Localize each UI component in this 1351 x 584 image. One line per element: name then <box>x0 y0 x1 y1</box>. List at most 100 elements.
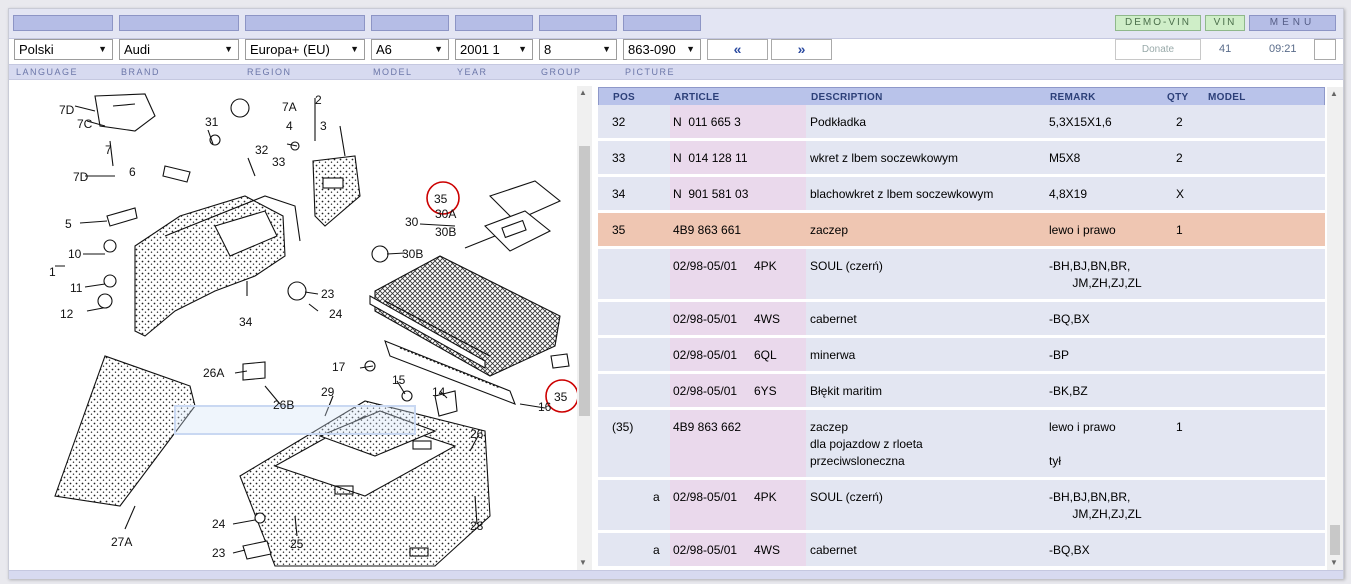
callout[interactable]: 23 <box>321 287 335 301</box>
tab-slot-group[interactable] <box>539 15 617 31</box>
brand-value: Audi <box>124 42 151 57</box>
table-row[interactable]: a 02/98-05/01 4WS cabernet -BQ,BX <box>598 533 1325 569</box>
table-row[interactable]: 02/98-05/01 4WS cabernet -BQ,BX <box>598 302 1325 338</box>
previous-picture-button[interactable]: « <box>707 39 768 60</box>
menu-button[interactable]: MENU <box>1249 15 1336 31</box>
callout[interactable]: 11 <box>70 281 83 295</box>
callout[interactable]: 25 <box>290 537 304 551</box>
diagram-scroll-thumb[interactable] <box>579 146 590 416</box>
scroll-up-icon[interactable]: ▲ <box>1330 89 1338 98</box>
table-row[interactable]: a 02/98-05/01 4PK SOUL (czerń) -BH,BJ,BN,BR,… <box>598 480 1325 533</box>
callout[interactable]: 30B <box>435 225 456 239</box>
donate-button[interactable]: Donate <box>1115 39 1201 60</box>
column-header-remark: REMARK <box>1050 92 1096 103</box>
scroll-down-icon[interactable]: ▼ <box>579 558 587 567</box>
callout[interactable]: 30 <box>405 215 419 229</box>
callout[interactable]: 35 <box>434 192 448 206</box>
callout[interactable]: 4 <box>286 119 293 133</box>
diagram-scrollbar[interactable]: ▲ ▼ <box>577 86 592 570</box>
article-cell[interactable]: N 901 581 03 <box>673 186 748 203</box>
callout[interactable]: 7A <box>282 100 297 114</box>
model-value: A6 <box>376 42 392 57</box>
article-cell[interactable]: 02/98-05/01 <box>673 383 737 400</box>
table-row[interactable]: 02/98-05/01 6YS Błękit maritim -BK,BZ <box>598 374 1325 410</box>
callout[interactable]: 35 <box>554 390 568 404</box>
article-cell[interactable]: N 011 665 3 <box>673 114 741 131</box>
model-select[interactable]: A6 ▼ <box>371 39 449 60</box>
callout[interactable]: 7D <box>59 103 75 117</box>
picture-select[interactable]: 863-090 ▼ <box>623 39 701 60</box>
callout[interactable]: 31 <box>205 115 219 129</box>
article-cell[interactable]: N 014 128 11 <box>673 150 748 167</box>
callout[interactable]: 32 <box>255 143 269 157</box>
table-row[interactable]: 02/98-05/01 6QL minerwa -BP <box>598 338 1325 374</box>
tab-slot-language[interactable] <box>13 15 113 31</box>
callout[interactable]: 3 <box>320 119 327 133</box>
brand-select[interactable]: Audi ▼ <box>119 39 239 60</box>
callout[interactable]: 24 <box>329 307 343 321</box>
options-box[interactable] <box>1314 39 1336 60</box>
article-cell[interactable]: 4B9 863 662 <box>673 419 741 436</box>
table-scrollbar[interactable]: ▲ ▼ <box>1327 87 1343 570</box>
callout[interactable]: 30A <box>435 207 456 221</box>
callout[interactable]: 1 <box>49 265 56 279</box>
callout[interactable]: 6 <box>129 165 136 179</box>
callout[interactable]: 7D <box>73 170 89 184</box>
table-scroll-thumb[interactable] <box>1330 525 1340 555</box>
next-picture-button[interactable]: » <box>771 39 832 60</box>
article-cell[interactable]: 02/98-05/01 <box>673 542 737 559</box>
table-row[interactable]: 33 N 014 128 11 wkret z lbem soczewkowym M5… <box>598 141 1325 177</box>
callout[interactable]: 23 <box>212 546 226 560</box>
callout[interactable]: 34 <box>239 315 253 329</box>
remark-cell: -BH,BJ,BN,BR, JM,ZH,ZJ,ZL <box>1049 259 1142 290</box>
language-select[interactable]: Polski ▼ <box>14 39 113 60</box>
article-cell[interactable]: 02/98-05/01 <box>673 347 737 364</box>
tab-slot-picture[interactable] <box>623 15 701 31</box>
callout[interactable]: 30B <box>402 247 423 261</box>
callout[interactable]: 10 <box>68 247 82 261</box>
table-row[interactable]: 35 4B9 863 661 zaczep lewo i prawo 1 <box>598 213 1325 249</box>
callout[interactable]: 26B <box>273 398 294 412</box>
table-row[interactable]: 32 N 011 665 3 Podkładka 5,3X15X1,6 2 <box>598 105 1325 141</box>
tab-slot-region[interactable] <box>245 15 365 31</box>
callout[interactable]: 5 <box>65 217 72 231</box>
demo-vin-button[interactable]: DEMO-VIN <box>1115 15 1201 31</box>
region-select[interactable]: Europa+ (EU) ▼ <box>245 39 365 60</box>
callout[interactable]: 26A <box>203 366 224 380</box>
callout[interactable]: 28 <box>470 519 484 533</box>
callout[interactable]: 29 <box>321 385 335 399</box>
remark-cell: -BQ,BX <box>1049 543 1090 557</box>
callout[interactable]: 26 <box>470 427 484 441</box>
callout[interactable]: 7 <box>105 143 112 157</box>
callout[interactable]: 14 <box>432 385 446 399</box>
callout[interactable]: 12 <box>60 307 74 321</box>
callout[interactable]: 33 <box>272 155 286 169</box>
scroll-down-icon[interactable]: ▼ <box>1330 558 1338 567</box>
tab-slot-year[interactable] <box>455 15 533 31</box>
year-select[interactable]: 2001 1 ▼ <box>455 39 533 60</box>
group-select[interactable]: 8 ▼ <box>539 39 617 60</box>
article-cell[interactable]: 02/98-05/01 <box>673 311 737 328</box>
callout[interactable]: 27A <box>111 535 132 549</box>
article-cell[interactable]: 02/98-05/01 <box>673 258 737 275</box>
parts-diagram[interactable]: 7D 7C 7 31 7A 2 4 3 32 33 7D 6 5 10 1 11… <box>15 86 578 570</box>
table-row[interactable]: (35) 4B9 863 662 zaczep dla pojazdow z rlo… <box>598 410 1325 480</box>
article-cell[interactable]: 02/98-05/01 <box>673 489 737 506</box>
callout[interactable]: 7C <box>77 117 93 131</box>
callout[interactable]: 24 <box>212 517 226 531</box>
callout[interactable]: 16 <box>538 400 552 414</box>
callout[interactable]: 2 <box>315 93 322 107</box>
vin-button[interactable]: VIN <box>1205 15 1245 31</box>
callout[interactable]: 17 <box>332 360 346 374</box>
table-row[interactable]: 34 N 901 581 03 blachowkret z lbem soczewk… <box>598 177 1325 213</box>
tab-slot-brand[interactable] <box>119 15 239 31</box>
chevron-down-icon: ▼ <box>224 44 233 54</box>
article-cell[interactable]: 4B9 863 661 <box>673 222 741 239</box>
tab-slot-model[interactable] <box>371 15 449 31</box>
qty-cell: X <box>1176 187 1185 201</box>
scroll-up-icon[interactable]: ▲ <box>579 88 587 97</box>
description-cell: zaczep <box>810 223 849 237</box>
color-code-cell: 6YS <box>754 384 777 398</box>
callout[interactable]: 15 <box>392 373 406 387</box>
table-row[interactable]: 02/98-05/01 4PK SOUL (czerń) -BH,BJ,BN,BR, … <box>598 249 1325 302</box>
